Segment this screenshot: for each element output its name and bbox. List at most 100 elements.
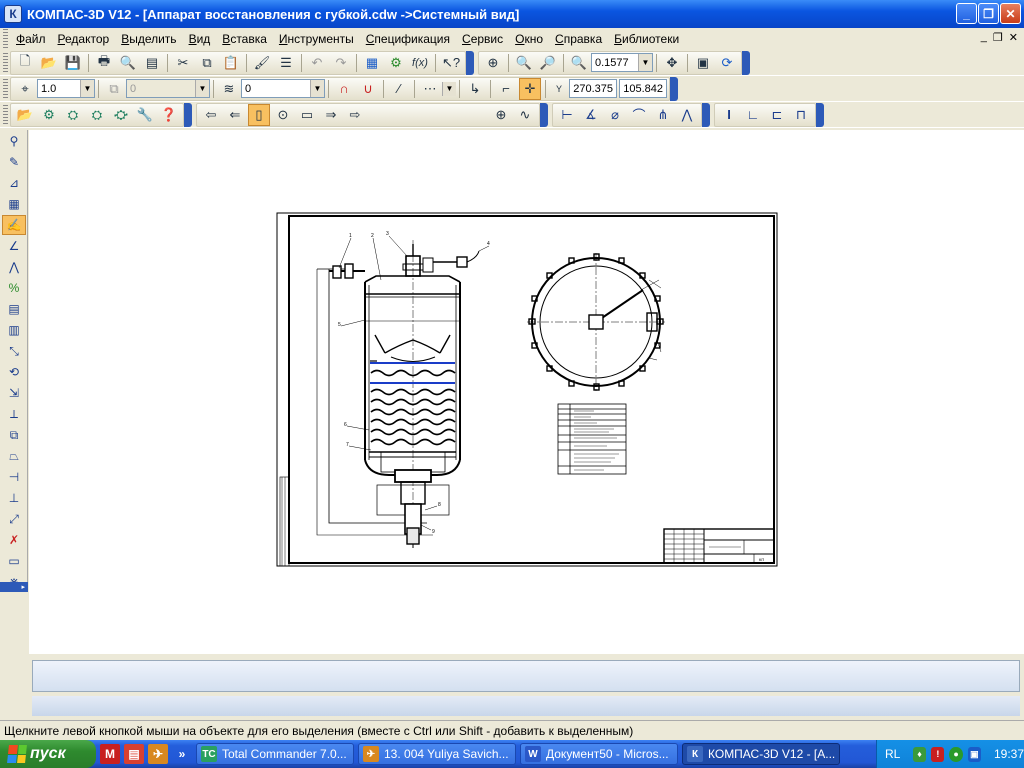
menu-help[interactable]: Справка [549,32,608,46]
snap-local-icon[interactable]: ∪ [357,78,379,100]
clock[interactable]: 19:37 [994,747,1024,761]
step-value[interactable]: 1.0 [38,80,80,97]
menu-grip[interactable] [3,29,8,49]
toolbar-end[interactable] [670,76,678,101]
zoom-value[interactable]: 0.1577 [592,54,638,71]
grid-icon[interactable]: ⋯ [419,78,441,100]
x-coordinate-field[interactable]: 270.375 [569,79,617,98]
chevron-down-icon[interactable]: ▼ [195,80,209,97]
tray-network-icon[interactable]: ● [949,746,963,762]
copy-icon[interactable]: ⧉ [196,52,218,74]
undo-icon[interactable]: ↶ [306,52,328,74]
flag-next-icon[interactable]: ⇒ [320,104,342,126]
close-button[interactable]: ✕ [1000,3,1021,24]
layer-icon[interactable]: ⧉ [103,78,125,100]
ortho-icon[interactable]: ⁄ [388,78,410,100]
menu-window[interactable]: Окно [509,32,549,46]
doc-restore-button[interactable]: ❐ [993,31,1003,44]
quicklaunch-app-icon[interactable]: ▤ [124,744,144,764]
step-combo[interactable]: 1.0 ▼ [37,79,95,98]
redo-icon[interactable]: ↷ [330,52,352,74]
style-icon[interactable]: ≋ [218,78,240,100]
refresh-icon[interactable]: ⟳ [716,52,738,74]
menu-tools[interactable]: Инструменты [273,32,360,46]
property-panel-area[interactable] [32,660,1020,692]
doc-minimize-button[interactable]: _ [981,31,987,44]
library-open-icon[interactable]: 📂 [14,104,36,126]
edit-copy-icon[interactable]: ⧉ [2,425,26,445]
task-yuliya-savich[interactable]: ✈ 13. 004 Yuliya Savich... [358,743,516,765]
toolbar-end[interactable] [466,50,474,75]
flag-prev-icon[interactable]: ⇐ [224,104,246,126]
dim-break-icon[interactable]: ⋀ [676,104,698,126]
quicklaunch-more-icon[interactable]: » [172,744,192,764]
library-shafts-icon[interactable]: ⛮ [110,104,132,126]
print-icon[interactable]: 🖶 [93,52,115,74]
library-parts-icon[interactable]: ⛭ [62,104,84,126]
dimensions-icon[interactable]: ⊿ [2,173,26,193]
kompas-app-icon[interactable]: К [4,5,22,23]
minimize-button[interactable]: _ [956,3,977,24]
selection-icon[interactable]: ⋀ [2,257,26,277]
flag-right-icon[interactable]: ⇨ [344,104,366,126]
measure-icon[interactable]: ∠ [2,236,26,256]
layer-combo[interactable]: 0 ▼ [126,79,210,98]
symbols-icon[interactable]: ▦ [2,194,26,214]
y-coordinate-field[interactable]: 105.842 [619,79,667,98]
library-tools-icon[interactable]: 🔧 [134,104,156,126]
toolbar-grip[interactable] [3,104,8,125]
edit-move-icon[interactable]: ⤡ [2,341,26,361]
menu-specification[interactable]: Спецификация [360,32,456,46]
line-icon[interactable]: ▭ [296,104,318,126]
edit-delete-icon[interactable]: ✗ [2,530,26,550]
library-fasteners-icon[interactable]: ⛭ [86,104,108,126]
spec-icon[interactable]: % [2,278,26,298]
properties-icon[interactable]: ☰ [275,52,297,74]
edit-array-icon[interactable]: ▭ [2,551,26,571]
zoom-combo[interactable]: 0.1577 ▼ [591,53,653,72]
reports-icon[interactable]: ▤ [2,299,26,319]
toolbar-end[interactable] [742,50,750,75]
menu-view[interactable]: Вид [183,32,217,46]
library-gear-icon[interactable]: ⚙ [38,104,60,126]
chevron-down-icon[interactable]: ▼ [310,80,324,97]
edit-icon[interactable]: ✎ [2,152,26,172]
tray-security-icon[interactable]: ! [931,746,945,762]
drawing-canvas[interactable]: КП 1 2 3 4 5 6 7 8 9 [29,130,1024,654]
edit-deform-icon[interactable]: ⏢ [2,446,26,466]
save-icon[interactable]: 💾 [62,52,84,74]
show-all-icon[interactable]: ▣ [692,52,714,74]
pan-icon[interactable]: ✥ [661,52,683,74]
drawing-svg[interactable]: КП 1 2 3 4 5 6 7 8 9 [29,130,1024,654]
open-folder-icon[interactable]: 📂 [38,52,60,74]
style-combo[interactable]: 0 ▼ [241,79,325,98]
toolbar-end[interactable] [702,102,710,127]
dim-angle-icon[interactable]: ∡ [580,104,602,126]
task-word-document[interactable]: W Документ50 - Micros... [520,743,678,765]
title-bar[interactable]: К КОМПАС-3D V12 - [Аппарат восстановлени… [0,0,1024,28]
help-pointer-icon[interactable]: ↖? [440,52,462,74]
help-icon[interactable]: ❓ [158,104,180,126]
dim-linear-icon[interactable]: ⊢ [556,104,578,126]
menu-insert[interactable]: Вставка [216,32,273,46]
style-value[interactable]: 0 [242,80,310,97]
toolbar-grip[interactable] [3,78,8,99]
language-indicator[interactable]: RL [885,747,908,761]
menu-select[interactable]: Выделить [115,32,182,46]
parametrization-icon[interactable]: ✍ [2,215,26,235]
dim-arc-icon[interactable]: ⌒ [628,104,650,126]
quicklaunch-plane-icon[interactable]: ✈ [148,744,168,764]
section-icon[interactable]: ⊏ [766,104,788,126]
snap-point-icon[interactable]: ✛ [519,77,541,100]
flag-current-icon[interactable]: ▯ [248,103,270,126]
angle-view-icon[interactable]: ∟ [742,104,764,126]
tray-display-icon[interactable]: ▣ [967,746,981,762]
chevron-down-icon[interactable]: ▼ [442,81,456,96]
geometry-icon[interactable]: ⚲ [2,131,26,151]
menu-editor[interactable]: Редактор [52,32,116,46]
quicklaunch-mail-icon[interactable]: M [100,744,120,764]
chevron-down-icon[interactable]: ▼ [80,80,94,97]
zoom-scale-icon[interactable]: 🔍 [568,52,590,74]
toolbar-grip[interactable] [3,52,8,73]
doc-close-button[interactable]: ✕ [1009,31,1018,44]
